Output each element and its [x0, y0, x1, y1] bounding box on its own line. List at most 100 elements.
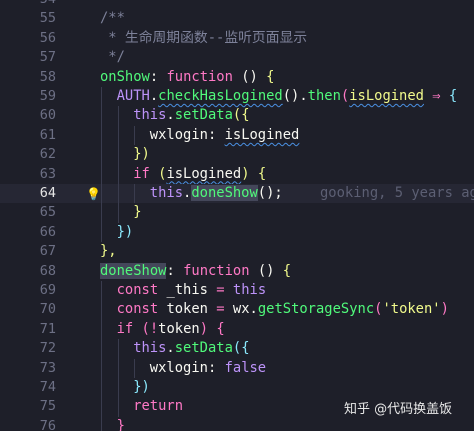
indent-guide [117, 339, 119, 359]
code-token: onShow [100, 68, 150, 85]
code-token: { [257, 165, 267, 182]
code-token: . [149, 88, 159, 104]
code-token: wxlogin [149, 126, 208, 143]
code-token: { [448, 88, 458, 104]
code-token: this [133, 340, 167, 357]
code-line[interactable]: 60 this.setData({ [0, 106, 474, 126]
code-token: function [183, 262, 250, 279]
code-line[interactable]: 57 */ [0, 48, 474, 67]
code-text: const token = wx.getStorageSync('token') [117, 300, 449, 319]
code-token: token [158, 301, 217, 318]
code-line[interactable]: 71 if (!token) { [0, 319, 474, 340]
lightbulb-icon[interactable]: 💡 [86, 187, 101, 201]
code-text: }) [117, 223, 134, 242]
code-token: } [116, 417, 125, 431]
code-token: ) [199, 320, 209, 337]
indent-guide [101, 87, 102, 107]
code-line[interactable]: 72 this.setData({ [0, 339, 474, 359]
code-line[interactable]: 73 wxlogin: false [0, 358, 474, 378]
code-line[interactable]: 66}) [0, 222, 474, 243]
code-text: return [133, 397, 183, 416]
indent-guide [101, 300, 102, 320]
code-token: : [207, 126, 225, 143]
code-line[interactable]: 63 if (isLogined) { [0, 164, 474, 184]
indent-guide [101, 339, 102, 359]
indent-guide [101, 358, 102, 378]
git-blame-annotation: gooking, 5 years ago [320, 185, 474, 201]
code-token: token [158, 320, 200, 337]
indent-guide [117, 397, 119, 417]
line-number: 61 [39, 126, 56, 143]
indent-guide [117, 203, 119, 223]
code-line[interactable]: 56 * 生命周期函数--监听页面显示 [0, 29, 474, 48]
code-line[interactable]: 67}, [0, 242, 474, 261]
code-text: } [117, 417, 125, 431]
indent-guide [134, 184, 136, 204]
code-text: /** [100, 9, 125, 28]
code-token: : [166, 262, 184, 279]
line-number: 64 [39, 185, 56, 201]
line-number: 58 [39, 68, 56, 85]
code-line[interactable]: 64 💡 this.doneShow(); gooking, 5 years ago [0, 184, 474, 204]
code-line[interactable]: 54 [0, 0, 474, 9]
indent-guide [101, 203, 102, 223]
line-number: 74 [39, 379, 56, 395]
code-token: * 生命周期函数--监听页面显示 [100, 29, 308, 46]
indent-guide [101, 378, 102, 398]
code-token: ({ [232, 340, 250, 357]
code-token: ! [149, 320, 159, 337]
code-text: }) [133, 145, 150, 164]
indent-guide [101, 416, 102, 431]
line-number: 73 [39, 359, 56, 376]
code-line[interactable]: 58 onShow: function () { [0, 68, 474, 87]
line-number: 66 [39, 223, 56, 240]
code-line[interactable]: 70 const token = wx.getStorageSync('token… [0, 300, 474, 320]
code-token: { [216, 320, 225, 337]
code-token: ({ [232, 107, 250, 124]
code-token: () [249, 262, 283, 279]
indent-guide [117, 184, 119, 204]
code-line[interactable]: 59 AUTH.checkHasLogined().then(isLogined … [0, 87, 474, 107]
code-token: ) [440, 301, 449, 318]
code-token: false [224, 359, 267, 376]
code-line[interactable]: 68 doneShow: function () { [0, 262, 474, 281]
code-line[interactable]: 55 /** [0, 9, 474, 28]
code-token: () [232, 68, 267, 85]
code-token: const [116, 301, 159, 318]
code-editor[interactable]: 5455/**56 * 生命周期函数--监听页面显示57 */58 onShow:… [0, 0, 474, 431]
line-number: 67 [39, 243, 56, 260]
code-text: this.setData({ [133, 106, 249, 125]
code-token: _this [158, 282, 217, 298]
code-line[interactable]: 65} [0, 203, 474, 223]
indent-guide [101, 222, 102, 243]
line-number: 69 [39, 282, 56, 298]
code-token: if [116, 320, 134, 337]
code-text: */ [100, 48, 125, 67]
code-line[interactable]: 76} [0, 416, 474, 431]
code-token: { [282, 262, 292, 279]
code-line[interactable]: 62}) [0, 145, 474, 165]
line-number: 76 [39, 417, 56, 431]
code-token: this [232, 282, 267, 298]
line-number: 59 [39, 88, 56, 104]
code-token: }) [116, 223, 134, 240]
code-line[interactable]: 69 const _this = this [0, 281, 474, 301]
code-token: isLogined [349, 88, 424, 104]
code-token: setData [174, 340, 233, 357]
code-text: wxlogin: false [150, 359, 266, 378]
code-line[interactable]: 61 wxlogin: isLogined [0, 125, 474, 146]
code-token: 'token' [382, 301, 441, 318]
code-token: this [149, 185, 184, 201]
code-text: if (!token) { [117, 320, 225, 339]
code-token: ⇒ [423, 88, 449, 104]
code-token: */ [100, 49, 125, 66]
code-token: getStorageSync [257, 301, 375, 318]
indent-guide [101, 397, 102, 417]
indent-guide [101, 184, 102, 204]
indent-guide [101, 319, 102, 340]
code-token: function [166, 68, 233, 85]
code-line[interactable]: 74}) [0, 378, 474, 398]
code-token: AUTH [116, 88, 150, 104]
